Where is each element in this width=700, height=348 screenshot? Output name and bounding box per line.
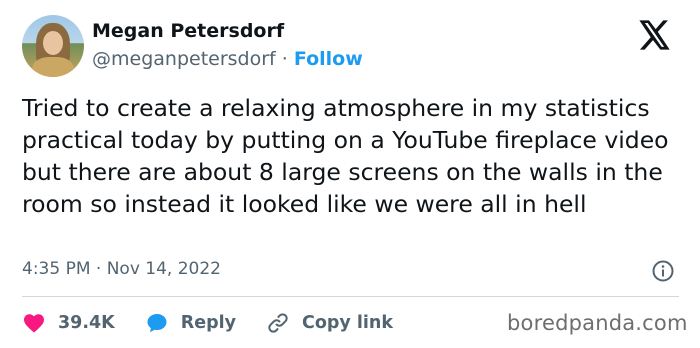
avatar[interactable]: [22, 15, 84, 77]
author-name[interactable]: Megan Petersdorf: [92, 20, 284, 42]
tweet-text: Tried to create a relaxing atmosphere in…: [22, 94, 669, 218]
reply-label: Reply: [180, 313, 237, 333]
handle-row: @meganpetersdorf · Follow: [92, 48, 363, 70]
like-count: 39.4K: [58, 313, 115, 333]
tweet-timestamp[interactable]: 4:35 PM · Nov 14, 2022: [22, 259, 221, 279]
heart-icon: [24, 314, 44, 333]
watermark: boredpanda.com: [507, 311, 688, 335]
like-button[interactable]: 39.4K: [22, 311, 115, 335]
divider: [22, 296, 679, 297]
info-icon[interactable]: [651, 259, 675, 283]
speech-bubble-icon: [147, 314, 167, 333]
x-logo-icon[interactable]: [639, 20, 671, 50]
avatar-face: [43, 31, 63, 55]
link-icon: [268, 313, 288, 333]
avatar-body: [32, 57, 74, 77]
copy-link-button[interactable]: Copy link: [266, 311, 393, 335]
handle-separator: ·: [281, 48, 288, 70]
copy-link-label: Copy link: [302, 313, 394, 333]
follow-button[interactable]: Follow: [294, 48, 363, 70]
author-handle[interactable]: @meganpetersdorf: [92, 48, 276, 70]
action-bar: 39.4K Reply Copy link: [22, 310, 423, 336]
reply-button[interactable]: Reply: [145, 311, 236, 335]
